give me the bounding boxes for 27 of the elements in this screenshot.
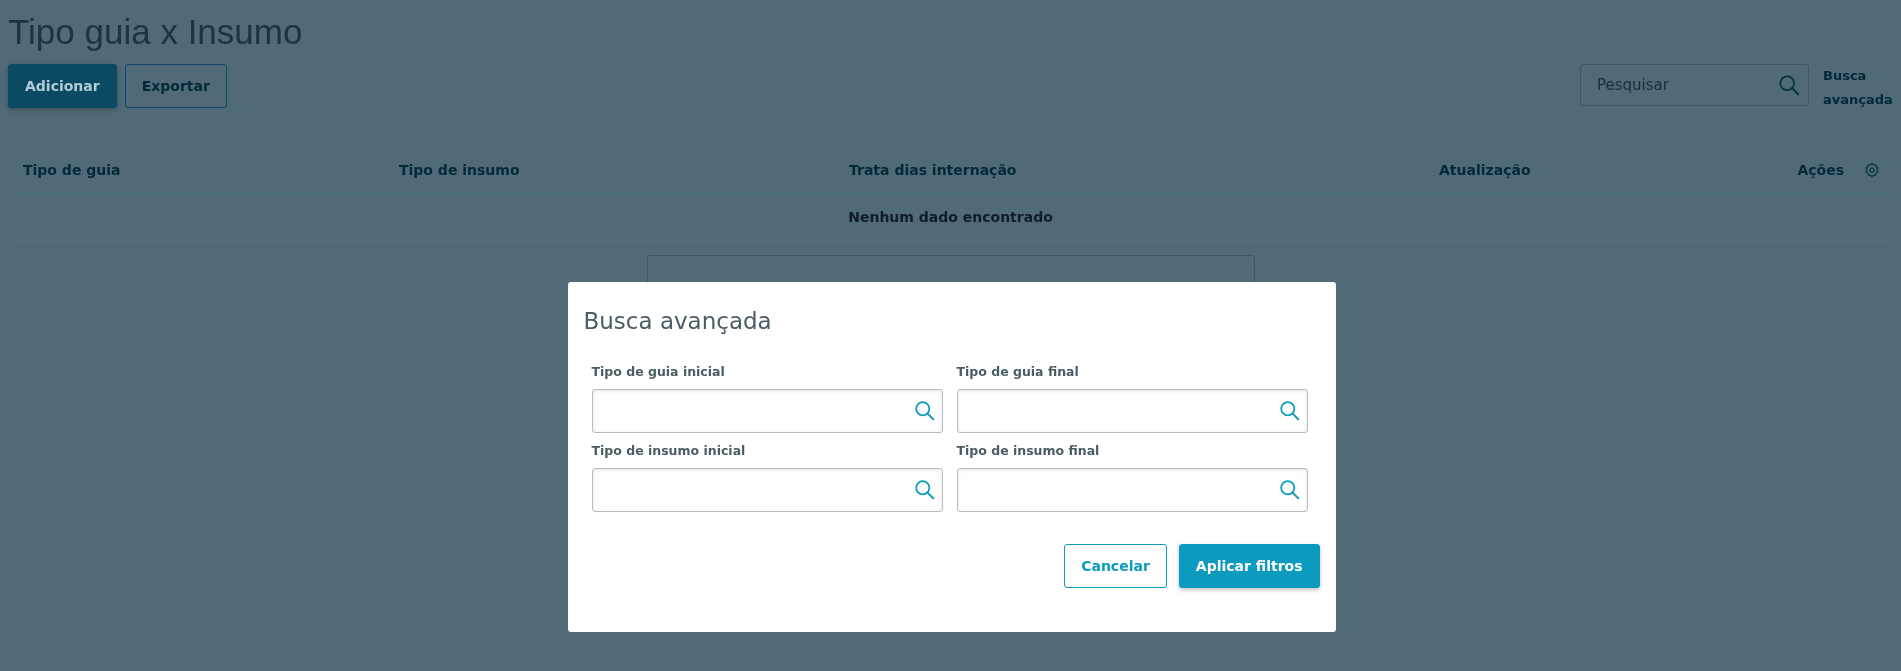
field-label: Tipo de insumo inicial bbox=[591, 443, 747, 458]
add-button[interactable]: Adicionar bbox=[8, 64, 117, 108]
empty-message: Nenhum dado encontrado bbox=[848, 209, 1053, 225]
settings-icon[interactable] bbox=[1864, 162, 1880, 178]
input-field[interactable] bbox=[956, 468, 1308, 512]
column-header[interactable]: Tipo de insumo bbox=[399, 162, 849, 178]
cancel-button[interactable]: Cancelar bbox=[1064, 544, 1167, 588]
advanced-search-link[interactable]: Busca avançada bbox=[1823, 64, 1893, 112]
export-button[interactable]: Exportar bbox=[124, 64, 227, 108]
field-label: Tipo de guia final bbox=[956, 364, 1080, 379]
search-icon[interactable] bbox=[913, 479, 935, 500]
input-field[interactable] bbox=[956, 389, 1308, 433]
column-header[interactable]: Atualização bbox=[1439, 162, 1798, 178]
column-header[interactable]: Trata dias internação bbox=[849, 162, 1439, 178]
search-icon[interactable] bbox=[1778, 74, 1800, 96]
column-header[interactable]: Ações bbox=[1797, 162, 1844, 178]
search-icon[interactable] bbox=[1278, 400, 1300, 421]
column-header[interactable]: Tipo de guia bbox=[23, 162, 399, 178]
search-icon[interactable] bbox=[913, 400, 935, 421]
apply-filters-button[interactable]: Aplicar filtros bbox=[1178, 544, 1320, 588]
input-field[interactable] bbox=[591, 389, 943, 433]
modal-title: Busca avançada bbox=[583, 308, 773, 334]
input-field[interactable] bbox=[591, 468, 943, 512]
search-icon[interactable] bbox=[1278, 479, 1300, 500]
field-label: Tipo de insumo final bbox=[956, 443, 1101, 458]
field-label: Tipo de guia inicial bbox=[591, 364, 726, 379]
search-field[interactable]: Pesquisar bbox=[1580, 64, 1809, 106]
